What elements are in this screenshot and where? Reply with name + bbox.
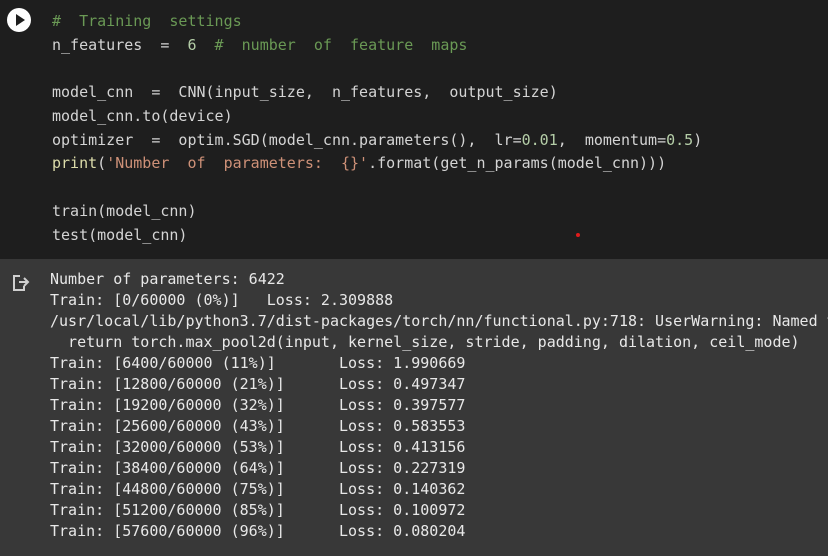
code-number: 6: [187, 36, 197, 54]
output-line: return torch.max_pool2d(input, kernel_si…: [50, 333, 800, 351]
output-line: Train: [0/60000 (0%)] Loss: 2.309888: [50, 291, 394, 309]
output-line: Train: [25600/60000 (43%)] Loss: 0.58355…: [50, 417, 466, 435]
code-string: 'Number of parameters: {}': [106, 154, 369, 172]
output-line: Train: [57600/60000 (96%)] Loss: 0.08020…: [50, 522, 466, 540]
notebook-page: # Training settings n_features = 6 # num…: [0, 0, 828, 556]
output-line: Train: [6400/60000 (11%)] Loss: 1.990669: [50, 354, 466, 372]
code-number: 0.5: [666, 131, 694, 149]
code-text: (: [97, 154, 107, 172]
output-line: Number of parameters: 6422: [50, 270, 285, 288]
code-line-optimizer: optimizer = optim.SGD(model_cnn.paramete…: [52, 130, 702, 150]
output-line: /usr/local/lib/python3.7/dist-packages/t…: [50, 312, 828, 330]
code-line-model: model_cnn = CNN(input_size, n_features, …: [52, 83, 558, 101]
output-line: Train: [12800/60000 (21%)] Loss: 0.49734…: [50, 375, 466, 393]
code-cell[interactable]: # Training settings n_features = 6 # num…: [0, 0, 828, 259]
code-number: 0.01: [521, 131, 558, 149]
code-line-to-device: model_cnn.to(device): [52, 107, 233, 125]
output-line: Train: [32000/60000 (53%)] Loss: 0.41315…: [50, 438, 466, 456]
code-text: .format(get_n_params(model_cnn))): [368, 154, 667, 172]
output-line: Train: [38400/60000 (64%)] Loss: 0.22731…: [50, 459, 466, 477]
code-line-test: test(model_cnn): [52, 226, 188, 244]
code-line-print: print('Number of parameters: {}'.format(…: [52, 153, 666, 173]
cell-output: Number of parameters: 6422 Train: [0/600…: [0, 259, 828, 556]
code-text: ): [693, 131, 703, 149]
output-line: Train: [44800/60000 (75%)] Loss: 0.14036…: [50, 480, 466, 498]
code-line-n-features: n_features = 6 # number of feature maps: [52, 35, 467, 55]
output-redirect-icon[interactable]: [11, 273, 31, 293]
code-comment: # Training settings: [52, 12, 242, 30]
code-line-train: train(model_cnn): [52, 202, 197, 220]
output-line: Train: [19200/60000 (32%)] Loss: 0.39757…: [50, 396, 466, 414]
run-cell-button[interactable]: [7, 8, 31, 32]
code-line-comment: # Training settings: [52, 11, 242, 31]
code-text: optimizer = optim.SGD(model_cnn.paramete…: [52, 131, 522, 149]
code-text: , momentum=: [557, 131, 667, 149]
cursor-marker: [576, 233, 580, 237]
play-icon: [16, 14, 25, 26]
output-line: Train: [51200/60000 (85%)] Loss: 0.10097…: [50, 501, 466, 519]
code-text: n_features =: [52, 36, 188, 54]
code-builtin: print: [52, 154, 98, 172]
code-comment: # number of feature maps: [196, 36, 468, 54]
